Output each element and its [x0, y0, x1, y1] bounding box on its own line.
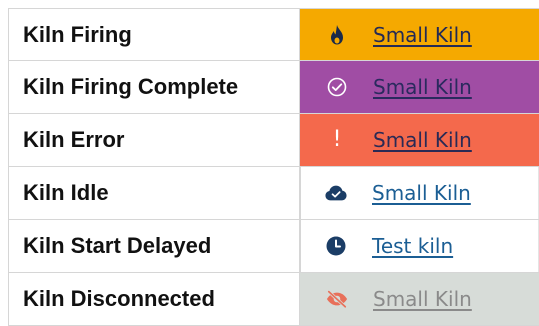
status-label: Kiln Error	[8, 114, 300, 166]
status-cell: Small Kiln	[300, 9, 539, 60]
kiln-link[interactable]: Small Kiln	[373, 287, 472, 311]
eye-slash-icon	[326, 288, 348, 310]
exclamation-icon: !	[332, 127, 342, 152]
kiln-link[interactable]: Test kiln	[372, 234, 453, 258]
status-cell: ! Small Kiln	[300, 114, 539, 166]
kiln-link[interactable]: Small Kiln	[372, 181, 471, 205]
status-label: Kiln Disconnected	[8, 273, 300, 325]
kiln-status-table: Kiln Firing Small Kiln Kiln Firing Compl…	[8, 8, 539, 326]
status-label: Kiln Start Delayed	[8, 220, 300, 272]
status-cell: Test kiln	[300, 220, 539, 272]
table-row: Kiln Firing Small Kiln	[8, 8, 539, 61]
table-row: Kiln Disconnected Small Kiln	[8, 273, 539, 326]
status-label: Kiln Idle	[8, 167, 300, 219]
table-row: Kiln Error ! Small Kiln	[8, 114, 539, 167]
status-cell: Small Kiln	[300, 167, 539, 219]
clock-icon	[325, 235, 347, 257]
cloud-check-icon	[325, 182, 347, 204]
status-cell: Small Kiln	[300, 273, 539, 325]
table-row: Kiln Idle Small Kiln	[8, 167, 539, 220]
kiln-link[interactable]: Small Kiln	[373, 128, 472, 152]
kiln-link[interactable]: Small Kiln	[373, 23, 472, 47]
kiln-link[interactable]: Small Kiln	[373, 75, 472, 99]
check-circle-icon	[326, 76, 348, 98]
table-row: Kiln Start Delayed Test kiln	[8, 220, 539, 273]
status-cell: Small Kiln	[300, 61, 539, 113]
table-row: Kiln Firing Complete Small Kiln	[8, 61, 539, 114]
status-label: Kiln Firing Complete	[8, 61, 300, 113]
status-label: Kiln Firing	[8, 9, 300, 60]
flame-icon	[326, 24, 348, 46]
